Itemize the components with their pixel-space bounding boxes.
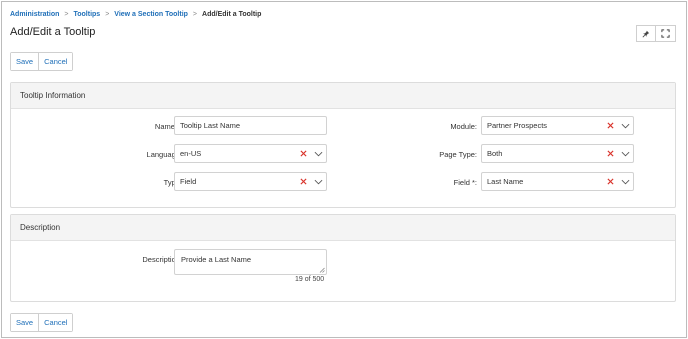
module-label: Module: [450, 122, 477, 131]
panel-header-tooltip-information: Tooltip Information [11, 83, 675, 109]
save-button[interactable]: Save [11, 314, 39, 331]
chevron-down-icon[interactable] [617, 179, 633, 185]
cancel-button[interactable]: Cancel [38, 53, 73, 70]
field-label: Field *: [453, 178, 477, 187]
bottom-action-buttons: Save Cancel [10, 313, 74, 332]
page-type-select[interactable]: Both [481, 144, 634, 163]
type-select[interactable]: Field [174, 172, 327, 191]
page-type-value: Both [487, 149, 503, 158]
field-value: Last Name [487, 177, 524, 186]
chevron-down-icon[interactable] [617, 123, 633, 129]
top-action-buttons: Save Cancel [10, 52, 74, 71]
description-textarea[interactable]: Provide a Last Name [174, 249, 327, 275]
breadcrumb-separator-icon: > [64, 11, 69, 18]
description-value: Provide a Last Name [181, 255, 252, 264]
clear-x-icon[interactable] [296, 150, 310, 157]
cancel-button[interactable]: Cancel [38, 314, 73, 331]
module-select[interactable]: Partner Prospects [481, 116, 634, 135]
field-select[interactable]: Last Name [481, 172, 634, 191]
clear-x-icon[interactable] [603, 150, 617, 157]
pin-icon [642, 30, 650, 37]
module-value: Partner Prospects [487, 121, 548, 130]
breadcrumb-tooltips[interactable]: Tooltips [73, 11, 100, 18]
clear-x-icon[interactable] [603, 178, 617, 185]
breadcrumb: Administration > Tooltips > View a Section T… [10, 11, 261, 18]
save-button[interactable]: Save [11, 53, 39, 70]
tooltip-information-panel: Tooltip Information Name *: Tooltip Last… [10, 82, 676, 208]
clear-x-icon[interactable] [296, 178, 310, 185]
expand-icon [661, 29, 670, 38]
name-value: Tooltip Last Name [180, 121, 241, 130]
panel-header-description: Description [11, 215, 675, 241]
character-counter: 19 of 500 [295, 276, 325, 283]
chevron-down-icon[interactable] [617, 151, 633, 157]
language-value: en-US [180, 149, 202, 158]
type-value: Field [180, 177, 197, 186]
breadcrumb-current: Add/Edit a Tooltip [202, 11, 262, 18]
clear-x-icon[interactable] [603, 122, 617, 129]
breadcrumb-separator-icon: > [105, 11, 110, 18]
page-title: Add/Edit a Tooltip [10, 26, 96, 38]
resize-handle-icon[interactable] [319, 267, 325, 273]
page-tools [636, 25, 676, 42]
chevron-down-icon[interactable] [310, 179, 326, 185]
page-type-label: Page Type: [439, 150, 477, 159]
breadcrumb-administration[interactable]: Administration [10, 11, 59, 18]
pin-button[interactable] [636, 25, 656, 42]
expand-button[interactable] [656, 25, 676, 42]
language-select[interactable]: en-US [174, 144, 327, 163]
chevron-down-icon[interactable] [310, 151, 326, 157]
name-input[interactable]: Tooltip Last Name [174, 116, 327, 135]
description-panel: Description Description: Provide a Last … [10, 214, 676, 302]
breadcrumb-view-section-tooltip[interactable]: View a Section Tooltip [114, 11, 188, 18]
breadcrumb-separator-icon: > [192, 11, 198, 18]
